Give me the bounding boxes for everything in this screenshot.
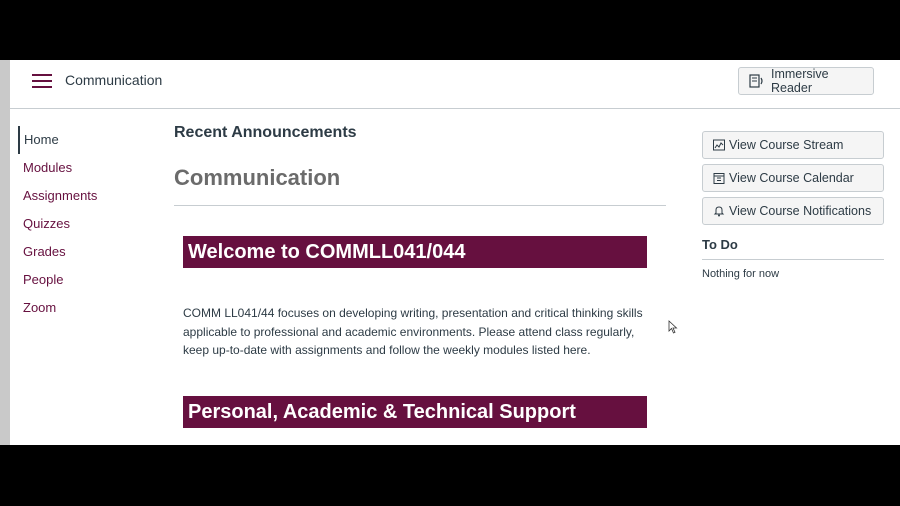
recent-announcements-heading: Recent Announcements [174, 124, 357, 141]
immersive-reader-label: Immersive Reader [770, 67, 829, 95]
course-header: Communication Immersive Reader [10, 60, 900, 109]
nav-item-home[interactable]: Home [18, 126, 148, 154]
right-sidebar: View Course Stream View Course Calendar … [702, 131, 884, 280]
course-title[interactable]: Communication [65, 72, 162, 88]
main-content: Recent Announcements Communication Welco… [174, 124, 666, 428]
left-scroll-strip [0, 60, 10, 445]
support-banner: Personal, Academic & Technical Support [183, 396, 647, 428]
nav-item-assignments[interactable]: Assignments [18, 182, 148, 210]
nav-item-people[interactable]: People [18, 266, 148, 294]
view-course-notifications-button[interactable]: View Course Notifications [702, 197, 884, 225]
nav-item-zoom[interactable]: Zoom [18, 294, 148, 322]
intro-paragraph: COMM LL041/44 focuses on developing writ… [183, 306, 643, 357]
course-navigation: Home Modules Assignments Quizzes Grades … [18, 126, 148, 322]
welcome-banner: Welcome to COMMLL041/044 [183, 236, 647, 268]
page-title: Communication [174, 165, 341, 190]
view-course-notifications-label: View Course Notifications [729, 204, 872, 218]
title-divider [174, 205, 666, 206]
nav-item-quizzes[interactable]: Quizzes [18, 210, 148, 238]
mouse-cursor-icon [668, 320, 678, 334]
todo-heading: To Do [702, 237, 884, 260]
canvas-course-page: Communication Immersive Reader Home Modu… [0, 60, 900, 445]
immersive-reader-icon [749, 74, 763, 88]
chart-icon [713, 139, 725, 151]
todo-empty-message: Nothing for now [702, 268, 780, 280]
hamburger-menu-icon[interactable] [32, 73, 52, 89]
nav-item-modules[interactable]: Modules [18, 154, 148, 182]
view-course-stream-button[interactable]: View Course Stream [702, 131, 884, 159]
view-course-stream-label: View Course Stream [729, 138, 844, 152]
nav-item-grades[interactable]: Grades [18, 238, 148, 266]
bell-icon [713, 206, 725, 217]
view-course-calendar-button[interactable]: View Course Calendar [702, 164, 884, 192]
calendar-icon [713, 173, 725, 184]
view-course-calendar-label: View Course Calendar [729, 171, 854, 185]
immersive-reader-button[interactable]: Immersive Reader [738, 67, 874, 95]
